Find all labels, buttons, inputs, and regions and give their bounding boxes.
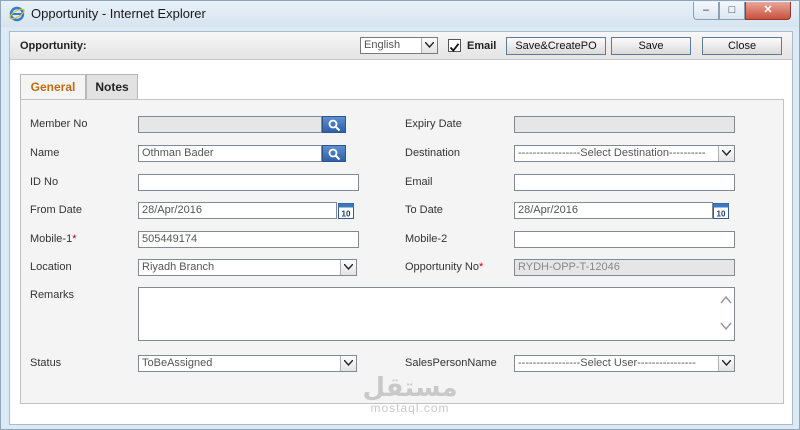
name-label: Name: [30, 147, 60, 159]
internet-explorer-icon: [9, 6, 25, 22]
mobile2-field[interactable]: [514, 231, 735, 248]
email-checkbox[interactable]: [448, 39, 461, 52]
email-checkbox-label: Email: [467, 40, 497, 52]
mobile1-label-text: Mobile-1: [30, 233, 73, 245]
minimize-button[interactable]: –: [693, 2, 719, 20]
language-value: English: [364, 39, 401, 51]
close-window-button[interactable]: ✕: [745, 2, 791, 20]
member-no-field[interactable]: [138, 116, 322, 133]
search-icon: [328, 148, 341, 161]
location-label: Location: [30, 261, 72, 273]
watermark-latin: mostaql.com: [370, 401, 450, 415]
chevron-down-icon: [718, 356, 734, 371]
id-no-field[interactable]: [138, 174, 359, 191]
form-toolbar: Opportunity: English Email Save&CreatePO…: [10, 32, 792, 60]
member-no-label: Member No: [30, 118, 88, 130]
calendar-day: 10: [717, 210, 726, 219]
close-icon: ✕: [763, 4, 773, 16]
required-mark: *: [478, 261, 484, 273]
remarks-textarea[interactable]: [138, 287, 735, 341]
sales-person-select[interactable]: -----------------Select User------------…: [514, 355, 735, 372]
mobile1-field[interactable]: 505449174: [138, 231, 359, 248]
destination-label: Destination: [405, 147, 461, 159]
general-panel: Member No Expiry Date Name Othman Bader …: [20, 99, 784, 404]
from-date-label: From Date: [30, 204, 82, 216]
tab-notes[interactable]: Notes: [86, 74, 138, 100]
opportunity-no-label: Opportunity No*: [405, 261, 483, 273]
sales-person-label: SalesPersonName: [405, 357, 497, 369]
email-label: Email: [405, 176, 433, 188]
save-create-po-button[interactable]: Save&CreatePO: [506, 37, 606, 55]
minimize-icon: –: [702, 4, 710, 16]
scroll-up-icon[interactable]: [720, 294, 732, 306]
opportunity-no-field: RYDH-OPP-T-12046: [514, 259, 735, 276]
tab-general[interactable]: General: [20, 74, 86, 100]
title-bar[interactable]: Opportunity - Internet Explorer – □ ✕: [1, 1, 799, 27]
checkmark-icon: [449, 43, 460, 52]
page-content: Opportunity: English Email Save&CreatePO…: [9, 31, 793, 425]
chevron-down-icon: [718, 146, 734, 161]
expiry-date-label: Expiry Date: [405, 118, 462, 130]
status-value: ToBeAssigned: [142, 357, 213, 369]
calendar-icon[interactable]: 10: [338, 202, 354, 219]
required-mark: *: [72, 233, 77, 245]
scroll-down-icon[interactable]: [720, 320, 732, 332]
to-date-field[interactable]: 28/Apr/2016: [514, 202, 713, 219]
member-search-button[interactable]: [322, 116, 346, 133]
language-select[interactable]: English: [360, 37, 438, 54]
id-no-label: ID No: [30, 176, 59, 188]
maximize-icon: □: [728, 4, 736, 16]
calendar-day: 10: [342, 210, 351, 219]
save-button[interactable]: Save: [611, 37, 691, 55]
status-select[interactable]: ToBeAssigned: [138, 355, 357, 372]
to-date-label: To Date: [405, 204, 443, 216]
maximize-button[interactable]: □: [719, 2, 745, 20]
remarks-label: Remarks: [30, 289, 75, 301]
calendar-icon[interactable]: 10: [713, 202, 729, 219]
close-button[interactable]: Close: [702, 37, 782, 55]
sales-person-value: -----------------Select User------------…: [518, 357, 696, 369]
chevron-down-icon: [340, 356, 356, 371]
chevron-down-icon: [421, 38, 437, 53]
name-field[interactable]: Othman Bader: [138, 145, 322, 162]
search-icon: [328, 119, 341, 132]
window-title: Opportunity - Internet Explorer: [31, 6, 206, 21]
from-date-field[interactable]: 28/Apr/2016: [138, 202, 337, 219]
expiry-date-field: [514, 116, 735, 133]
form-title: Opportunity:: [20, 40, 87, 52]
watermark-logo: مستقل mostaql.com: [360, 374, 460, 415]
mobile1-label: Mobile-1*: [30, 233, 76, 245]
opportunity-no-label-text: Opportunity No: [405, 261, 479, 273]
email-field[interactable]: [514, 174, 735, 191]
location-select[interactable]: Riyadh Branch: [138, 259, 357, 276]
location-value: Riyadh Branch: [142, 261, 215, 273]
name-search-button[interactable]: [322, 145, 346, 162]
destination-select[interactable]: -----------------Select Destination-----…: [514, 145, 735, 162]
mobile2-label: Mobile-2: [405, 233, 448, 245]
watermark-arabic: مستقل: [362, 373, 458, 403]
chevron-down-icon: [340, 260, 356, 275]
status-label: Status: [30, 357, 62, 369]
destination-value: -----------------Select Destination-----…: [518, 147, 706, 159]
browser-window: Opportunity - Internet Explorer – □ ✕ Op…: [0, 0, 800, 430]
